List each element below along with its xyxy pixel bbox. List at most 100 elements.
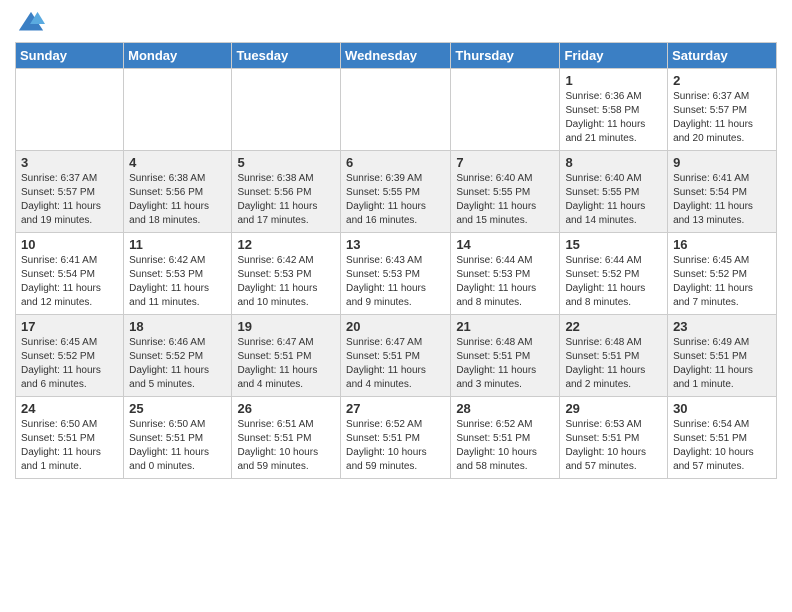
- day-info: Sunrise: 6:50 AMSunset: 5:51 PMDaylight:…: [21, 418, 118, 474]
- day-info: Sunrise: 6:38 AMSunset: 5:56 PMDaylight:…: [129, 172, 226, 228]
- day-number: 26: [237, 401, 335, 416]
- day-number: 1: [565, 73, 662, 88]
- calendar-week-1: 1Sunrise: 6:36 AMSunset: 5:58 PMDaylight…: [16, 69, 777, 151]
- calendar-cell: 12 Sunrise: 6:42 AMSunset: 5:53 PMDayligh…: [232, 233, 341, 315]
- calendar-cell: [16, 69, 124, 151]
- calendar-cell: 4 Sunrise: 6:38 AMSunset: 5:56 PMDaylight…: [124, 151, 232, 233]
- calendar-header-tuesday: Tuesday: [232, 43, 341, 69]
- day-number: 10: [21, 237, 118, 252]
- calendar-cell: 7 Sunrise: 6:40 AMSunset: 5:55 PMDaylight…: [451, 151, 560, 233]
- calendar-header-friday: Friday: [560, 43, 668, 69]
- calendar-cell: 16 Sunrise: 6:45 AMSunset: 5:52 PMDayligh…: [668, 233, 777, 315]
- calendar-cell: 26 Sunrise: 6:51 AMSunset: 5:51 PMDayligh…: [232, 397, 341, 479]
- day-info: Sunrise: 6:41 AMSunset: 5:54 PMDaylight:…: [673, 172, 771, 228]
- calendar-cell: 2 Sunrise: 6:37 AMSunset: 5:57 PMDaylight…: [668, 69, 777, 151]
- day-info: Sunrise: 6:47 AMSunset: 5:51 PMDaylight:…: [237, 336, 335, 392]
- calendar-cell: 8Sunrise: 6:40 AMSunset: 5:55 PMDaylight…: [560, 151, 668, 233]
- day-number: 2: [673, 73, 771, 88]
- calendar-cell: 13 Sunrise: 6:43 AMSunset: 5:53 PMDayligh…: [341, 233, 451, 315]
- day-info: Sunrise: 6:45 AMSunset: 5:52 PMDaylight:…: [673, 254, 771, 310]
- calendar-cell: 20Sunrise: 6:47 AMSunset: 5:51 PMDayligh…: [341, 315, 451, 397]
- day-number: 21: [456, 319, 554, 334]
- day-info: Sunrise: 6:49 AMSunset: 5:51 PMDaylight:…: [673, 336, 771, 392]
- day-number: 12: [237, 237, 335, 252]
- day-number: 13: [346, 237, 445, 252]
- day-number: 30: [673, 401, 771, 416]
- logo-icon: [17, 10, 45, 38]
- day-info: Sunrise: 6:43 AMSunset: 5:53 PMDaylight:…: [346, 254, 445, 310]
- day-number: 23: [673, 319, 771, 334]
- calendar-cell: 21 Sunrise: 6:48 AMSunset: 5:51 PMDayligh…: [451, 315, 560, 397]
- day-info: Sunrise: 6:42 AMSunset: 5:53 PMDaylight:…: [129, 254, 226, 310]
- calendar-cell: 28 Sunrise: 6:52 AMSunset: 5:51 PMDayligh…: [451, 397, 560, 479]
- day-number: 11: [129, 237, 226, 252]
- calendar-cell: 15 Sunrise: 6:44 AMSunset: 5:52 PMDayligh…: [560, 233, 668, 315]
- calendar-cell: 6 Sunrise: 6:39 AMSunset: 5:55 PMDaylight…: [341, 151, 451, 233]
- day-info: Sunrise: 6:41 AMSunset: 5:54 PMDaylight:…: [21, 254, 118, 310]
- calendar-cell: 14 Sunrise: 6:44 AMSunset: 5:53 PMDayligh…: [451, 233, 560, 315]
- day-info: Sunrise: 6:44 AMSunset: 5:52 PMDaylight:…: [565, 254, 662, 310]
- day-number: 5: [237, 155, 335, 170]
- day-number: 6: [346, 155, 445, 170]
- day-info: Sunrise: 6:50 AMSunset: 5:51 PMDaylight:…: [129, 418, 226, 474]
- day-number: 29: [565, 401, 662, 416]
- day-number: 9: [673, 155, 771, 170]
- day-info: Sunrise: 6:52 AMSunset: 5:51 PMDaylight:…: [456, 418, 554, 474]
- calendar-cell: 9 Sunrise: 6:41 AMSunset: 5:54 PMDaylight…: [668, 151, 777, 233]
- day-number: 4: [129, 155, 226, 170]
- calendar-cell: 30 Sunrise: 6:54 AMSunset: 5:51 PMDayligh…: [668, 397, 777, 479]
- calendar-cell: [232, 69, 341, 151]
- day-number: 19: [237, 319, 335, 334]
- calendar-cell: 27Sunrise: 6:52 AMSunset: 5:51 PMDayligh…: [341, 397, 451, 479]
- day-number: 24: [21, 401, 118, 416]
- day-info: Sunrise: 6:45 AMSunset: 5:52 PMDaylight:…: [21, 336, 118, 392]
- day-info: Sunrise: 6:39 AMSunset: 5:55 PMDaylight:…: [346, 172, 445, 228]
- day-info: Sunrise: 6:54 AMSunset: 5:51 PMDaylight:…: [673, 418, 771, 474]
- day-number: 27: [346, 401, 445, 416]
- day-info: Sunrise: 6:48 AMSunset: 5:51 PMDaylight:…: [456, 336, 554, 392]
- calendar-header-thursday: Thursday: [451, 43, 560, 69]
- day-number: 8: [565, 155, 662, 170]
- calendar-header-monday: Monday: [124, 43, 232, 69]
- day-info: Sunrise: 6:51 AMSunset: 5:51 PMDaylight:…: [237, 418, 335, 474]
- calendar-cell: 18Sunrise: 6:46 AMSunset: 5:52 PMDayligh…: [124, 315, 232, 397]
- day-info: Sunrise: 6:44 AMSunset: 5:53 PMDaylight:…: [456, 254, 554, 310]
- calendar-cell: 3 Sunrise: 6:37 AMSunset: 5:57 PMDaylight…: [16, 151, 124, 233]
- calendar-week-3: 10 Sunrise: 6:41 AMSunset: 5:54 PMDayligh…: [16, 233, 777, 315]
- day-info: Sunrise: 6:37 AMSunset: 5:57 PMDaylight:…: [21, 172, 118, 228]
- day-info: Sunrise: 6:53 AMSunset: 5:51 PMDaylight:…: [565, 418, 662, 474]
- day-number: 14: [456, 237, 554, 252]
- day-number: 3: [21, 155, 118, 170]
- calendar-cell: 19 Sunrise: 6:47 AMSunset: 5:51 PMDayligh…: [232, 315, 341, 397]
- calendar-cell: 10 Sunrise: 6:41 AMSunset: 5:54 PMDayligh…: [16, 233, 124, 315]
- calendar-header-wednesday: Wednesday: [341, 43, 451, 69]
- day-number: 20: [346, 319, 445, 334]
- day-number: 15: [565, 237, 662, 252]
- calendar-cell: 23 Sunrise: 6:49 AMSunset: 5:51 PMDayligh…: [668, 315, 777, 397]
- page: SundayMondayTuesdayWednesdayThursdayFrid…: [0, 0, 792, 494]
- calendar: SundayMondayTuesdayWednesdayThursdayFrid…: [15, 42, 777, 479]
- day-info: Sunrise: 6:37 AMSunset: 5:57 PMDaylight:…: [673, 90, 771, 146]
- calendar-cell: 11 Sunrise: 6:42 AMSunset: 5:53 PMDayligh…: [124, 233, 232, 315]
- calendar-cell: 22Sunrise: 6:48 AMSunset: 5:51 PMDayligh…: [560, 315, 668, 397]
- calendar-header-sunday: Sunday: [16, 43, 124, 69]
- day-info: Sunrise: 6:40 AMSunset: 5:55 PMDaylight:…: [456, 172, 554, 228]
- day-info: Sunrise: 6:42 AMSunset: 5:53 PMDaylight:…: [237, 254, 335, 310]
- calendar-week-2: 3 Sunrise: 6:37 AMSunset: 5:57 PMDaylight…: [16, 151, 777, 233]
- logo-text: [15, 10, 45, 38]
- calendar-header-saturday: Saturday: [668, 43, 777, 69]
- day-number: 25: [129, 401, 226, 416]
- day-number: 28: [456, 401, 554, 416]
- day-info: Sunrise: 6:38 AMSunset: 5:56 PMDaylight:…: [237, 172, 335, 228]
- day-number: 22: [565, 319, 662, 334]
- calendar-cell: 17Sunrise: 6:45 AMSunset: 5:52 PMDayligh…: [16, 315, 124, 397]
- calendar-cell: [124, 69, 232, 151]
- calendar-week-5: 24 Sunrise: 6:50 AMSunset: 5:51 PMDayligh…: [16, 397, 777, 479]
- day-number: 18: [129, 319, 226, 334]
- calendar-cell: 1Sunrise: 6:36 AMSunset: 5:58 PMDaylight…: [560, 69, 668, 151]
- header: [15, 10, 777, 34]
- day-number: 16: [673, 237, 771, 252]
- calendar-cell: 25 Sunrise: 6:50 AMSunset: 5:51 PMDayligh…: [124, 397, 232, 479]
- logo: [15, 10, 45, 34]
- day-number: 7: [456, 155, 554, 170]
